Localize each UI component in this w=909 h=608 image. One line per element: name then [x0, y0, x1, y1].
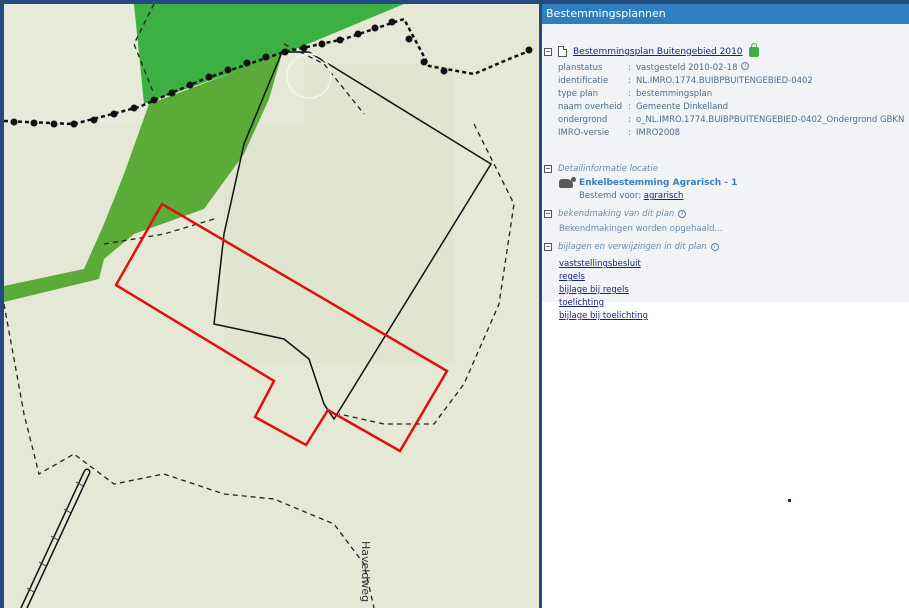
cursor-dot — [788, 499, 791, 502]
animal-icon — [559, 176, 576, 188]
property-separator: : — [628, 89, 631, 99]
property-separator: : — [628, 76, 631, 86]
bestemming-item: Enkelbestemming Agrarisch - 1 — [559, 176, 738, 188]
property-separator: : — [628, 128, 631, 138]
bijlage-link-vaststellingsbesluit[interactable]: vaststellingsbesluit — [559, 259, 641, 269]
property-key: ondergrond — [558, 115, 608, 125]
bijlagen-section-label: bijlagen en verwijzingen in dit plan — [558, 242, 707, 252]
panel-title: Bestemmingsplannen — [542, 4, 909, 24]
detail-collapse-toggle[interactable]: − — [544, 165, 552, 173]
property-row: type plan : bestemmingsplan — [558, 88, 904, 101]
bijlage-link-regels[interactable]: regels — [559, 272, 585, 282]
plan-info-panel: Bestemmingsplannen − Bestemmingsplan Bui… — [542, 4, 909, 608]
bekendmaking-status: Bekendmakingen worden opgehaald... — [559, 224, 723, 234]
bekendmaking-collapse-toggle[interactable]: − — [544, 210, 552, 218]
property-key: naam overheid — [558, 102, 622, 112]
bijlagen-section-header[interactable]: − bijlagen en verwijzingen in dit plan i — [544, 242, 719, 252]
info-icon[interactable]: i — [741, 62, 750, 70]
property-key: planstatus — [558, 63, 603, 73]
bijlage-link-bijlage-toelichting[interactable]: bijlage bij toelichting — [559, 311, 648, 321]
property-value: Gemeente Dinkelland — [636, 102, 729, 112]
bijlage-link-toelichting[interactable]: toelichting — [559, 298, 604, 308]
property-row: naam overheid : Gemeente Dinkelland — [558, 101, 904, 114]
property-row: planstatus : vastgesteld 2010-02-18 i — [558, 62, 904, 75]
property-key: identificatie — [558, 76, 609, 86]
info-icon[interactable]: i — [710, 243, 719, 251]
bijlagen-list: vaststellingsbesluit regels bijlage bij … — [559, 258, 648, 323]
plan-collapse-toggle[interactable]: − — [544, 47, 552, 56]
window-frame: Haveldweg Bestemmingsplannen − Bestemmin… — [0, 0, 909, 608]
property-value: IMRO2008 — [636, 128, 681, 138]
bestemd-link[interactable]: agrarisch — [644, 191, 684, 201]
property-row: identificatie : NL.IMRO.1774.BUIBPBUITEN… — [558, 75, 904, 88]
property-value: bestemmingsplan — [636, 89, 713, 99]
bekendmaking-section-label: bekendmaking van dit plan — [558, 209, 675, 219]
lock-icon — [748, 42, 759, 57]
plan-properties: planstatus : vastgesteld 2010-02-18 i id… — [558, 62, 904, 140]
bijlage-link-bijlage-regels[interactable]: bijlage bij regels — [559, 285, 629, 295]
property-value: vastgesteld 2010-02-18 — [636, 63, 738, 73]
property-value: o_NL.IMRO.1774.BUIBPBUITENGEBIED-0402_On… — [636, 115, 905, 125]
property-separator: : — [628, 115, 631, 125]
map-canvas[interactable]: Haveldweg — [4, 4, 539, 608]
plan-header: − Bestemmingsplan Buitengebied 2010 — [544, 42, 759, 57]
bijlagen-collapse-toggle[interactable]: − — [544, 243, 552, 251]
detail-section-header[interactable]: − Detailinformatie locatie — [544, 164, 658, 174]
property-key: type plan — [558, 89, 599, 99]
bestemd-label: Bestemd voor: — [579, 191, 642, 201]
bestemming-title: Enkelbestemming Agrarisch - 1 — [579, 178, 738, 188]
property-separator: : — [628, 102, 631, 112]
panel-body: − Bestemmingsplan Buitengebied 2010 plan… — [542, 24, 909, 321]
property-row: ondergrond : o_NL.IMRO.1774.BUIBPBUITENG… — [558, 114, 904, 127]
property-separator: : — [628, 63, 631, 73]
document-icon — [558, 46, 567, 57]
info-icon[interactable]: i — [678, 210, 687, 218]
property-value: NL.IMRO.1774.BUIBPBUITENGEBIED-0402 — [636, 76, 813, 86]
bekendmaking-section-header[interactable]: − bekendmaking van dit plan i — [544, 209, 687, 219]
street-label: Haveldweg — [359, 541, 372, 602]
map-view[interactable]: Haveldweg — [4, 4, 539, 608]
detail-section-label: Detailinformatie locatie — [558, 164, 658, 174]
property-key: IMRO-versie — [558, 128, 610, 138]
property-row: IMRO-versie : IMRO2008 — [558, 127, 904, 140]
bestemd-voor: Bestemd voor: agrarisch — [579, 191, 683, 201]
plan-title-link[interactable]: Bestemmingsplan Buitengebied 2010 — [573, 47, 743, 57]
